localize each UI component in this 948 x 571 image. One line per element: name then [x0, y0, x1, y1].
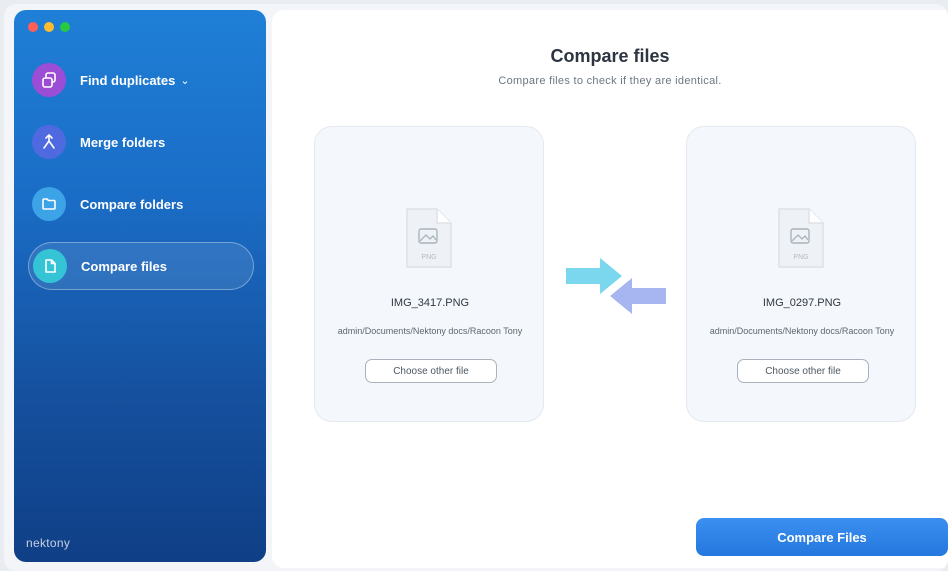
- sidebar-item-label: Merge folders: [80, 134, 166, 150]
- nektony-logo: nektony: [26, 536, 71, 550]
- png-file-icon: PNG: [778, 208, 824, 268]
- sidebar-item-compare-files[interactable]: Compare files: [28, 242, 254, 290]
- zoom-window-button[interactable]: [60, 22, 70, 32]
- sidebar-item-merge-folders[interactable]: Merge folders: [28, 118, 254, 166]
- sidebar-item-label: Find duplicates: [80, 72, 176, 88]
- choose-other-file-button[interactable]: Choose other file: [737, 359, 869, 383]
- compare-files-button[interactable]: Compare Files: [696, 518, 948, 556]
- window-controls: [28, 22, 70, 32]
- file-path: admin/Documents/Nektony docs/Racoon Tony: [337, 326, 523, 336]
- minimize-window-button[interactable]: [44, 22, 54, 32]
- folder-icon: [32, 187, 66, 221]
- sidebar-item-find-duplicates[interactable]: Find duplicates ⌄: [28, 56, 254, 104]
- file-icon: [33, 249, 67, 283]
- file-name: IMG_3417.PNG: [390, 297, 470, 309]
- sidebar-item-compare-folders[interactable]: Compare folders: [28, 180, 254, 228]
- duplicates-icon: [32, 63, 66, 97]
- main-panel: Compare files Compare files to check if …: [272, 10, 948, 568]
- left-file-card[interactable]: PNG IMG_3417.PNG admin/Documents/Nektony…: [314, 126, 544, 422]
- file-type-label: PNG: [793, 254, 808, 261]
- file-name: IMG_0297.PNG: [762, 297, 842, 309]
- close-window-button[interactable]: [28, 22, 38, 32]
- page-subtitle: Compare files to check if they are ident…: [498, 75, 722, 87]
- sidebar-item-label: Compare files: [81, 258, 167, 274]
- right-file-card[interactable]: PNG IMG_0297.PNG admin/Documents/Nektony…: [686, 126, 916, 422]
- swap-arrows-icon: [566, 258, 666, 314]
- sidebar-item-label: Compare folders: [80, 196, 184, 212]
- png-file-icon: PNG: [406, 208, 452, 268]
- page-title: Compare files: [550, 46, 670, 66]
- chevron-down-icon: ⌄: [180, 74, 190, 87]
- file-type-label: PNG: [421, 254, 436, 261]
- app-window: Find duplicates ⌄ Merge folders Compare …: [4, 4, 948, 571]
- sidebar: Find duplicates ⌄ Merge folders Compare …: [14, 10, 266, 562]
- choose-other-file-button[interactable]: Choose other file: [365, 359, 497, 383]
- file-path: admin/Documents/Nektony docs/Racoon Tony: [709, 326, 895, 336]
- merge-icon: [32, 125, 66, 159]
